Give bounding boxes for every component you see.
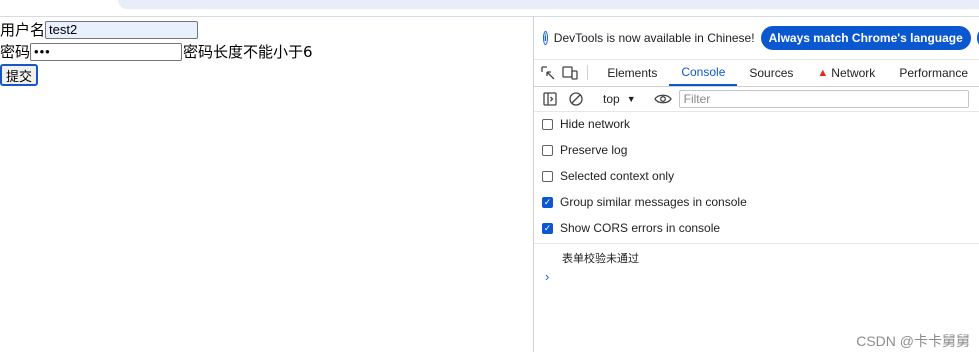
setting-label: Selected context only — [560, 169, 675, 183]
setting-selected-context-only[interactable]: Selected context only — [534, 163, 979, 189]
always-match-language-button[interactable]: Always match Chrome's language — [760, 26, 971, 50]
context-label: top — [603, 92, 620, 106]
setting-label: Group similar messages in console — [560, 195, 747, 209]
setting-show-cors-errors[interactable]: ✓ Show CORS errors in console — [534, 215, 979, 241]
filter-input[interactable]: Filter — [678, 90, 969, 108]
setting-preserve-log[interactable]: Preserve log — [534, 137, 979, 163]
console-divider — [534, 243, 979, 244]
console-settings: Hide network Preserve log Selected conte… — [534, 111, 979, 241]
watermark: CSDN @卡卡舅舅 — [856, 333, 970, 349]
username-row: 用户名 test2 — [0, 19, 199, 40]
setting-label: Hide network — [560, 117, 631, 131]
password-label: 密码 — [0, 43, 31, 61]
context-selector[interactable]: top ▼ — [603, 92, 636, 106]
submit-button[interactable]: 提交 — [0, 64, 38, 86]
eye-icon[interactable] — [653, 93, 673, 105]
dropdown-arrow-icon: ▼ — [626, 94, 636, 104]
checkbox[interactable] — [542, 144, 553, 156]
console-prompt-icon[interactable]: › — [545, 269, 549, 284]
checkbox[interactable] — [542, 170, 553, 182]
devtools-panel: i DevTools is now available in Chinese! … — [533, 17, 979, 352]
password-row: 密码 ••• 密码长度不能小于6 — [0, 41, 313, 62]
tab-elements[interactable]: Elements — [595, 59, 669, 86]
devtools-tabbar: Elements Console Sources ▲ Network Perfo… — [534, 59, 979, 87]
language-infobar: i DevTools is now available in Chinese! … — [534, 17, 979, 60]
inspect-element-icon[interactable] — [540, 59, 556, 86]
clear-console-icon[interactable] — [566, 92, 586, 106]
info-icon: i — [543, 31, 548, 45]
warning-icon: ▲ — [817, 66, 829, 79]
password-error-message: 密码长度不能小于6 — [183, 43, 313, 61]
tab-performance[interactable]: Performance — [887, 59, 979, 86]
checkbox-checked[interactable]: ✓ — [542, 222, 553, 234]
sidebar-toggle-icon[interactable] — [540, 92, 560, 106]
tab-console[interactable]: Console — [669, 59, 738, 86]
browser-top-strip — [0, 0, 979, 17]
tab-network-label: Network — [831, 65, 876, 80]
checkbox[interactable] — [542, 118, 553, 130]
console-message: 表单校验未通过 — [562, 253, 639, 265]
tab-network[interactable]: ▲ Network — [805, 59, 887, 86]
setting-label: Show CORS errors in console — [560, 221, 721, 235]
setting-label: Preserve log — [560, 143, 628, 157]
username-input[interactable]: test2 — [45, 20, 199, 39]
setting-group-similar[interactable]: ✓ Group similar messages in console — [534, 189, 979, 215]
console-toolbar: top ▼ Filter — [534, 87, 979, 112]
address-bar-edge — [118, 0, 979, 9]
device-toolbar-icon[interactable] — [562, 59, 579, 86]
tab-separator — [586, 65, 588, 80]
tab-sources[interactable]: Sources — [737, 59, 805, 86]
username-label: 用户名 — [0, 21, 46, 39]
web-page: 用户名 test2 密码 ••• 密码长度不能小于6 提交 — [0, 17, 533, 352]
checkbox-checked[interactable]: ✓ — [542, 196, 553, 208]
password-input[interactable]: ••• — [30, 42, 183, 61]
info-text: DevTools is now available in Chinese! — [553, 31, 755, 45]
setting-hide-network[interactable]: Hide network — [534, 111, 979, 137]
